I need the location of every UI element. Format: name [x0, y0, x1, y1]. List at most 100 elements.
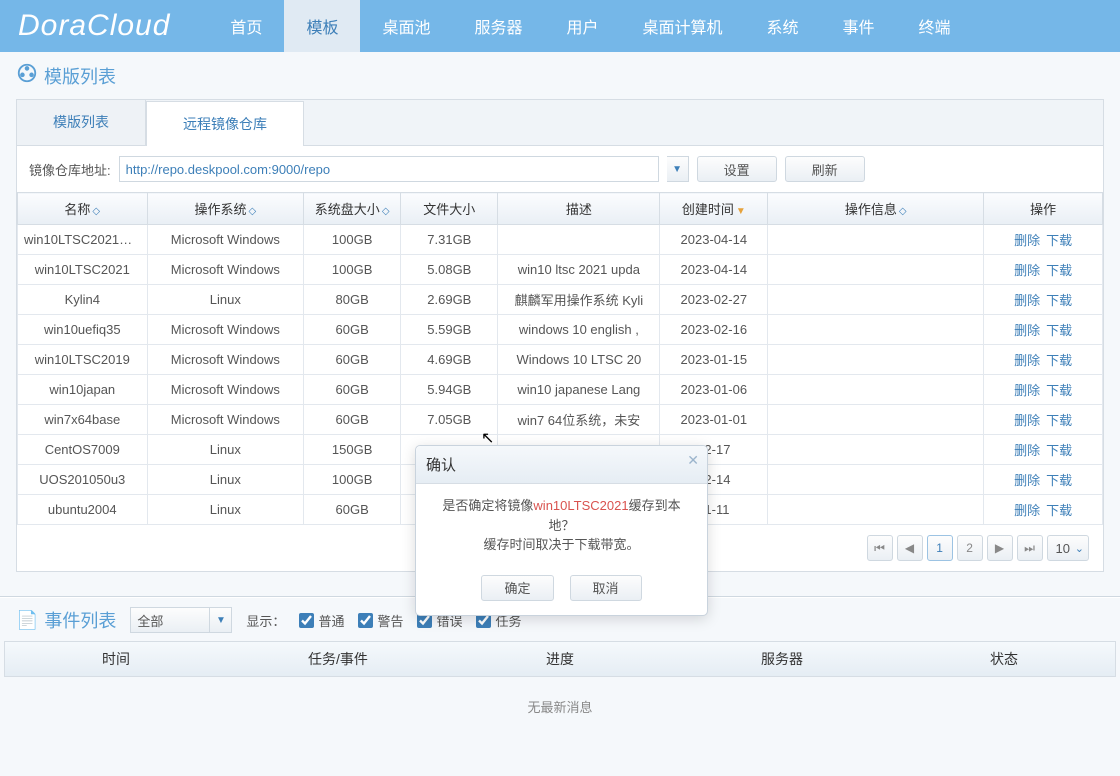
- delete-link[interactable]: 删除: [1014, 443, 1040, 458]
- sort-icon[interactable]: ◇: [248, 206, 256, 217]
- table-row[interactable]: win10japanMicrosoft Windows60GB5.94GBwin…: [18, 375, 1103, 405]
- download-link[interactable]: 下载: [1046, 263, 1072, 278]
- sort-icon[interactable]: ◇: [382, 206, 390, 217]
- delete-link[interactable]: 删除: [1014, 413, 1040, 428]
- download-link[interactable]: 下载: [1046, 353, 1072, 368]
- sort-icon[interactable]: ◇: [92, 206, 100, 217]
- events-filter-dropdown[interactable]: ▼: [210, 607, 232, 633]
- delete-link[interactable]: 删除: [1014, 233, 1040, 248]
- panel-title: 模版列表: [44, 63, 116, 89]
- ok-button[interactable]: 确定: [481, 575, 553, 601]
- nav-servers[interactable]: 服务器: [452, 0, 544, 52]
- refresh-button[interactable]: 刷新: [785, 156, 865, 182]
- chk-normal[interactable]: 普通: [299, 611, 344, 630]
- download-link[interactable]: 下载: [1046, 233, 1072, 248]
- table-row[interactable]: win10uefiq35Microsoft Windows60GB5.59GBw…: [18, 315, 1103, 345]
- cell-op-info: [768, 345, 984, 375]
- cell-disk: 60GB: [304, 345, 401, 375]
- col-desc[interactable]: 描述: [498, 193, 660, 225]
- cell-op-info: [768, 225, 984, 255]
- cell-ops: 删除下载: [984, 225, 1103, 255]
- delete-link[interactable]: 删除: [1014, 263, 1040, 278]
- page-last[interactable]: ⏭: [1017, 535, 1043, 561]
- page-size-select[interactable]: 10: [1047, 535, 1089, 561]
- cell-ops: 删除下载: [984, 465, 1103, 495]
- download-link[interactable]: 下载: [1046, 443, 1072, 458]
- cell-name: win10japan: [18, 375, 148, 405]
- col-file-size[interactable]: 文件大小: [401, 193, 498, 225]
- cell-ops: 删除下载: [984, 405, 1103, 435]
- col-name[interactable]: 名称◇: [18, 193, 148, 225]
- delete-link[interactable]: 删除: [1014, 383, 1040, 398]
- download-link[interactable]: 下载: [1046, 323, 1072, 338]
- delete-link[interactable]: 删除: [1014, 353, 1040, 368]
- delete-link[interactable]: 删除: [1014, 503, 1040, 518]
- cell-os: Microsoft Windows: [147, 225, 304, 255]
- sort-desc-icon[interactable]: ▼: [736, 206, 746, 217]
- col-created[interactable]: 创建时间▼: [660, 193, 768, 225]
- nav-templates[interactable]: 模板: [284, 0, 360, 52]
- cell-ops: 删除下载: [984, 285, 1103, 315]
- delete-link[interactable]: 删除: [1014, 293, 1040, 308]
- cell-disk: 100GB: [304, 225, 401, 255]
- cell-file: 5.94GB: [401, 375, 498, 405]
- cell-name: win10LTSC2021: [18, 255, 148, 285]
- download-link[interactable]: 下载: [1046, 473, 1072, 488]
- table-row[interactable]: win10LTSC2019Microsoft Windows60GB4.69GB…: [18, 345, 1103, 375]
- nav-system[interactable]: 系统: [745, 0, 821, 52]
- table-row[interactable]: win10LTSC2021Microsoft Windows100GB5.08G…: [18, 255, 1103, 285]
- cell-desc: win10 ltsc 2021 upda: [498, 255, 660, 285]
- cell-op-info: [768, 315, 984, 345]
- col-op-info[interactable]: 操作信息◇: [768, 193, 984, 225]
- col-ops: 操作: [984, 193, 1103, 225]
- confirm-dialog: 确认 ✕ 是否确定将镜像win10LTSC2021缓存到本地？ 缓存时间取决于下…: [415, 445, 708, 616]
- panel-header: 模版列表: [16, 62, 1104, 89]
- nav-users[interactable]: 用户: [544, 0, 620, 52]
- cell-disk: 60GB: [304, 375, 401, 405]
- page-prev[interactable]: ◀: [897, 535, 923, 561]
- tab-bar: 模版列表 远程镜像仓库: [17, 100, 1103, 146]
- cell-disk: 150GB: [304, 435, 401, 465]
- settings-button[interactable]: 设置: [697, 156, 777, 182]
- tab-template-list[interactable]: 模版列表: [17, 100, 146, 145]
- page-2[interactable]: 2: [957, 535, 983, 561]
- nav-desktop-computers[interactable]: 桌面计算机: [621, 0, 745, 52]
- cell-op-info: [768, 255, 984, 285]
- page-first[interactable]: ⏮: [867, 535, 893, 561]
- cell-name: win10LTSC2021GPU: [18, 225, 148, 255]
- chk-warning-input[interactable]: [358, 613, 373, 628]
- cell-created: 2023-02-27: [660, 285, 768, 315]
- page-next[interactable]: ▶: [987, 535, 1013, 561]
- repo-url-input[interactable]: http://repo.deskpool.com:9000/repo: [119, 156, 659, 182]
- chk-normal-input[interactable]: [299, 613, 314, 628]
- table-row[interactable]: Kylin4Linux80GB2.69GB麒麟军用操作系统 Kyli2023-0…: [18, 285, 1103, 315]
- cell-desc: [498, 225, 660, 255]
- delete-link[interactable]: 删除: [1014, 473, 1040, 488]
- nav-terminal[interactable]: 终端: [897, 0, 973, 52]
- cell-op-info: [768, 495, 984, 525]
- col-os[interactable]: 操作系统◇: [147, 193, 304, 225]
- download-link[interactable]: 下载: [1046, 293, 1072, 308]
- download-link[interactable]: 下载: [1046, 503, 1072, 518]
- repo-url-dropdown[interactable]: ▼: [667, 156, 689, 182]
- page-1[interactable]: 1: [927, 535, 953, 561]
- events-filter-select[interactable]: 全部: [130, 607, 210, 633]
- repo-url-label: 镜像仓库地址:: [29, 160, 111, 179]
- sort-icon[interactable]: ◇: [899, 206, 907, 217]
- show-label: 显示：: [246, 611, 285, 630]
- tab-remote-repo[interactable]: 远程镜像仓库: [146, 101, 304, 146]
- table-row[interactable]: win7x64baseMicrosoft Windows60GB7.05GBwi…: [18, 405, 1103, 435]
- table-row[interactable]: win10LTSC2021GPUMicrosoft Windows100GB7.…: [18, 225, 1103, 255]
- download-link[interactable]: 下载: [1046, 413, 1072, 428]
- cancel-button[interactable]: 取消: [570, 575, 642, 601]
- cell-ops: 删除下载: [984, 315, 1103, 345]
- delete-link[interactable]: 删除: [1014, 323, 1040, 338]
- nav-desktop-pool[interactable]: 桌面池: [360, 0, 452, 52]
- reel-icon: [16, 62, 38, 89]
- nav-events[interactable]: 事件: [821, 0, 897, 52]
- nav-home[interactable]: 首页: [208, 0, 284, 52]
- col-disk-size[interactable]: 系统盘大小◇: [304, 193, 401, 225]
- chk-warning[interactable]: 警告: [358, 611, 403, 630]
- close-icon[interactable]: ✕: [687, 452, 699, 469]
- download-link[interactable]: 下载: [1046, 383, 1072, 398]
